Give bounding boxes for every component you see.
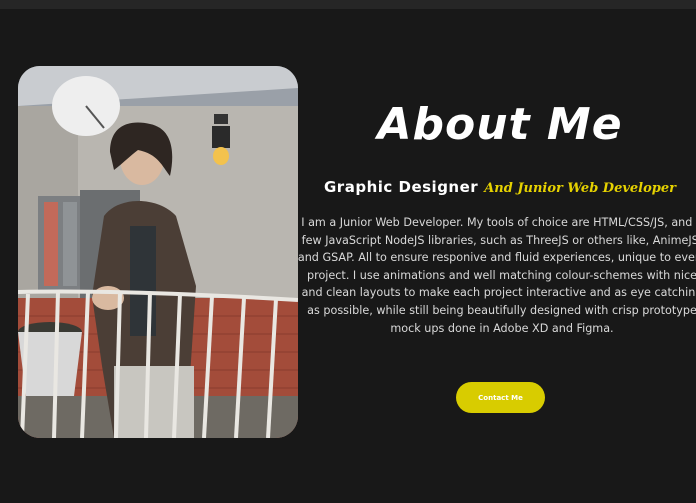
role-heading: Graphic Designer And Junior Web Developer: [300, 176, 696, 200]
top-bar: [0, 0, 696, 9]
bio-text: I am a Junior Web Developer. My tools of…: [297, 216, 696, 335]
page-title: About Me: [377, 99, 623, 150]
contact-button[interactable]: Contact Me: [456, 382, 545, 413]
role-accent-text: And Junior Web Developer: [484, 181, 676, 196]
role-text: Graphic Designer: [324, 178, 479, 196]
profile-photo: [18, 66, 298, 438]
